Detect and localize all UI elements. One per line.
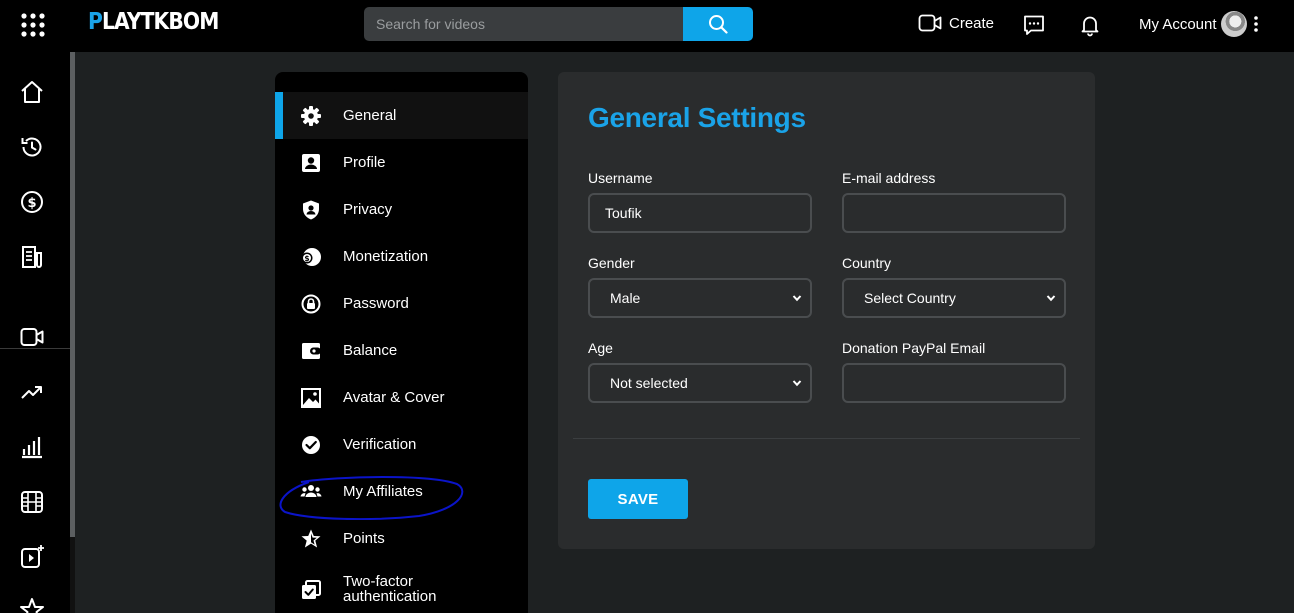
nav-label: Avatar & Cover <box>343 389 445 406</box>
search-button[interactable] <box>683 7 753 41</box>
nav-label-line1: Two-factor <box>343 573 414 590</box>
gender-label: Gender <box>588 255 635 271</box>
nav-item-privacy[interactable]: Privacy <box>275 186 528 233</box>
nav-item-points[interactable]: Points <box>275 515 528 562</box>
svg-text:$: $ <box>27 196 36 211</box>
nav-label: Monetization <box>343 248 429 265</box>
history-icon[interactable] <box>19 134 45 160</box>
page-title: General Settings <box>588 102 806 133</box>
username-label: Username <box>588 170 653 186</box>
my-account-menu[interactable]: My Account <box>1139 11 1261 37</box>
search-input[interactable] <box>364 7 683 41</box>
image-icon <box>301 387 321 408</box>
dollar-icon[interactable]: $ <box>19 189 45 215</box>
nav-item-verification[interactable]: Verification <box>275 421 528 468</box>
avatar <box>1220 11 1247 37</box>
monetization-icon: $ <box>301 247 321 266</box>
age-select[interactable]: Not selected <box>588 363 812 403</box>
logo-letter: P <box>88 9 103 35</box>
nav-item-monetization[interactable]: $ Monetization <box>275 233 528 280</box>
gear-icon <box>301 105 321 126</box>
star-icon[interactable] <box>19 597 45 613</box>
email-label: E-mail address <box>842 170 936 186</box>
rail-scrollbar-thumb[interactable] <box>70 52 75 537</box>
profile-icon <box>302 153 320 172</box>
age-label: Age <box>588 340 613 356</box>
left-rail: $ <box>0 52 70 613</box>
svg-text:$: $ <box>304 254 309 263</box>
top-bar: PLAYTKBOM Create My Account <box>0 0 1294 52</box>
email-field[interactable] <box>842 193 1066 233</box>
general-settings-card: General Settings Username Toufik E-mail … <box>558 72 1095 549</box>
settings-nav: General Profile Privacy $ Monetization P… <box>275 72 528 613</box>
articles-icon[interactable] <box>19 244 45 270</box>
age-value: Not selected <box>610 375 688 391</box>
create-button[interactable]: Create <box>918 13 994 33</box>
check-circle-icon <box>302 435 320 454</box>
search-bar <box>364 7 753 41</box>
account-label: My Account <box>1139 15 1217 33</box>
trending-icon[interactable] <box>19 379 45 405</box>
paypal-email-field[interactable] <box>842 363 1066 403</box>
nav-label-line2: authentication <box>343 588 437 605</box>
chart-bars-icon[interactable] <box>19 434 45 460</box>
card-divider <box>573 438 1080 439</box>
shield-icon <box>303 200 319 219</box>
nav-item-my-affiliates[interactable]: My Affiliates <box>275 468 528 515</box>
nav-item-general[interactable]: General <box>275 92 528 139</box>
country-label: Country <box>842 255 892 271</box>
paypal-label: Donation PayPal Email <box>842 340 986 356</box>
apps-grid-icon[interactable] <box>20 12 46 38</box>
nav-label: General <box>343 107 397 124</box>
nav-label: Points <box>343 530 385 547</box>
nav-label: Password <box>343 295 409 312</box>
gender-select[interactable]: Male <box>588 278 812 318</box>
country-select[interactable]: Select Country <box>842 278 1066 318</box>
nav-item-password[interactable]: Password <box>275 280 528 327</box>
site-logo[interactable]: PLAYTKBOM <box>88 9 219 35</box>
notifications-bell-icon[interactable] <box>1078 13 1102 37</box>
lock-icon <box>301 294 321 313</box>
chevron-down-icon <box>792 380 802 387</box>
nav-label: Profile <box>343 154 386 171</box>
nav-label: Privacy <box>343 201 393 218</box>
more-vertical-icon <box>1253 16 1258 32</box>
nav-label: Verification <box>343 436 417 453</box>
country-value: Select Country <box>864 290 956 306</box>
logo-text: LAYTKBOM <box>101 9 219 35</box>
save-button[interactable]: SAVE <box>588 479 688 519</box>
nav-item-balance[interactable]: Balance <box>275 327 528 374</box>
home-icon[interactable] <box>19 79 45 105</box>
star-icon <box>301 529 321 547</box>
film-icon[interactable] <box>19 489 45 515</box>
nav-item-profile[interactable]: Profile <box>275 139 528 186</box>
nav-label: My Affiliates <box>343 483 423 500</box>
nav-item-avatar-cover[interactable]: Avatar & Cover <box>275 374 528 421</box>
username-field[interactable]: Toufik <box>588 193 812 233</box>
nav-item-two-factor[interactable]: Two-factor authentication <box>275 566 528 613</box>
video-camera-icon <box>918 14 942 32</box>
nav-label: Balance <box>343 342 398 359</box>
chevron-down-icon <box>792 295 802 302</box>
create-label: Create <box>949 14 995 32</box>
playlist-add-icon[interactable] <box>19 544 45 570</box>
messages-icon[interactable] <box>1022 13 1046 37</box>
video-camera-icon[interactable] <box>19 324 45 350</box>
two-factor-icon <box>302 579 321 599</box>
rail-scrollbar[interactable] <box>70 52 75 613</box>
search-icon <box>709 15 728 34</box>
wallet-icon <box>302 342 321 359</box>
users-icon <box>300 484 322 497</box>
gender-value: Male <box>610 290 641 306</box>
chevron-down-icon <box>1046 295 1056 302</box>
